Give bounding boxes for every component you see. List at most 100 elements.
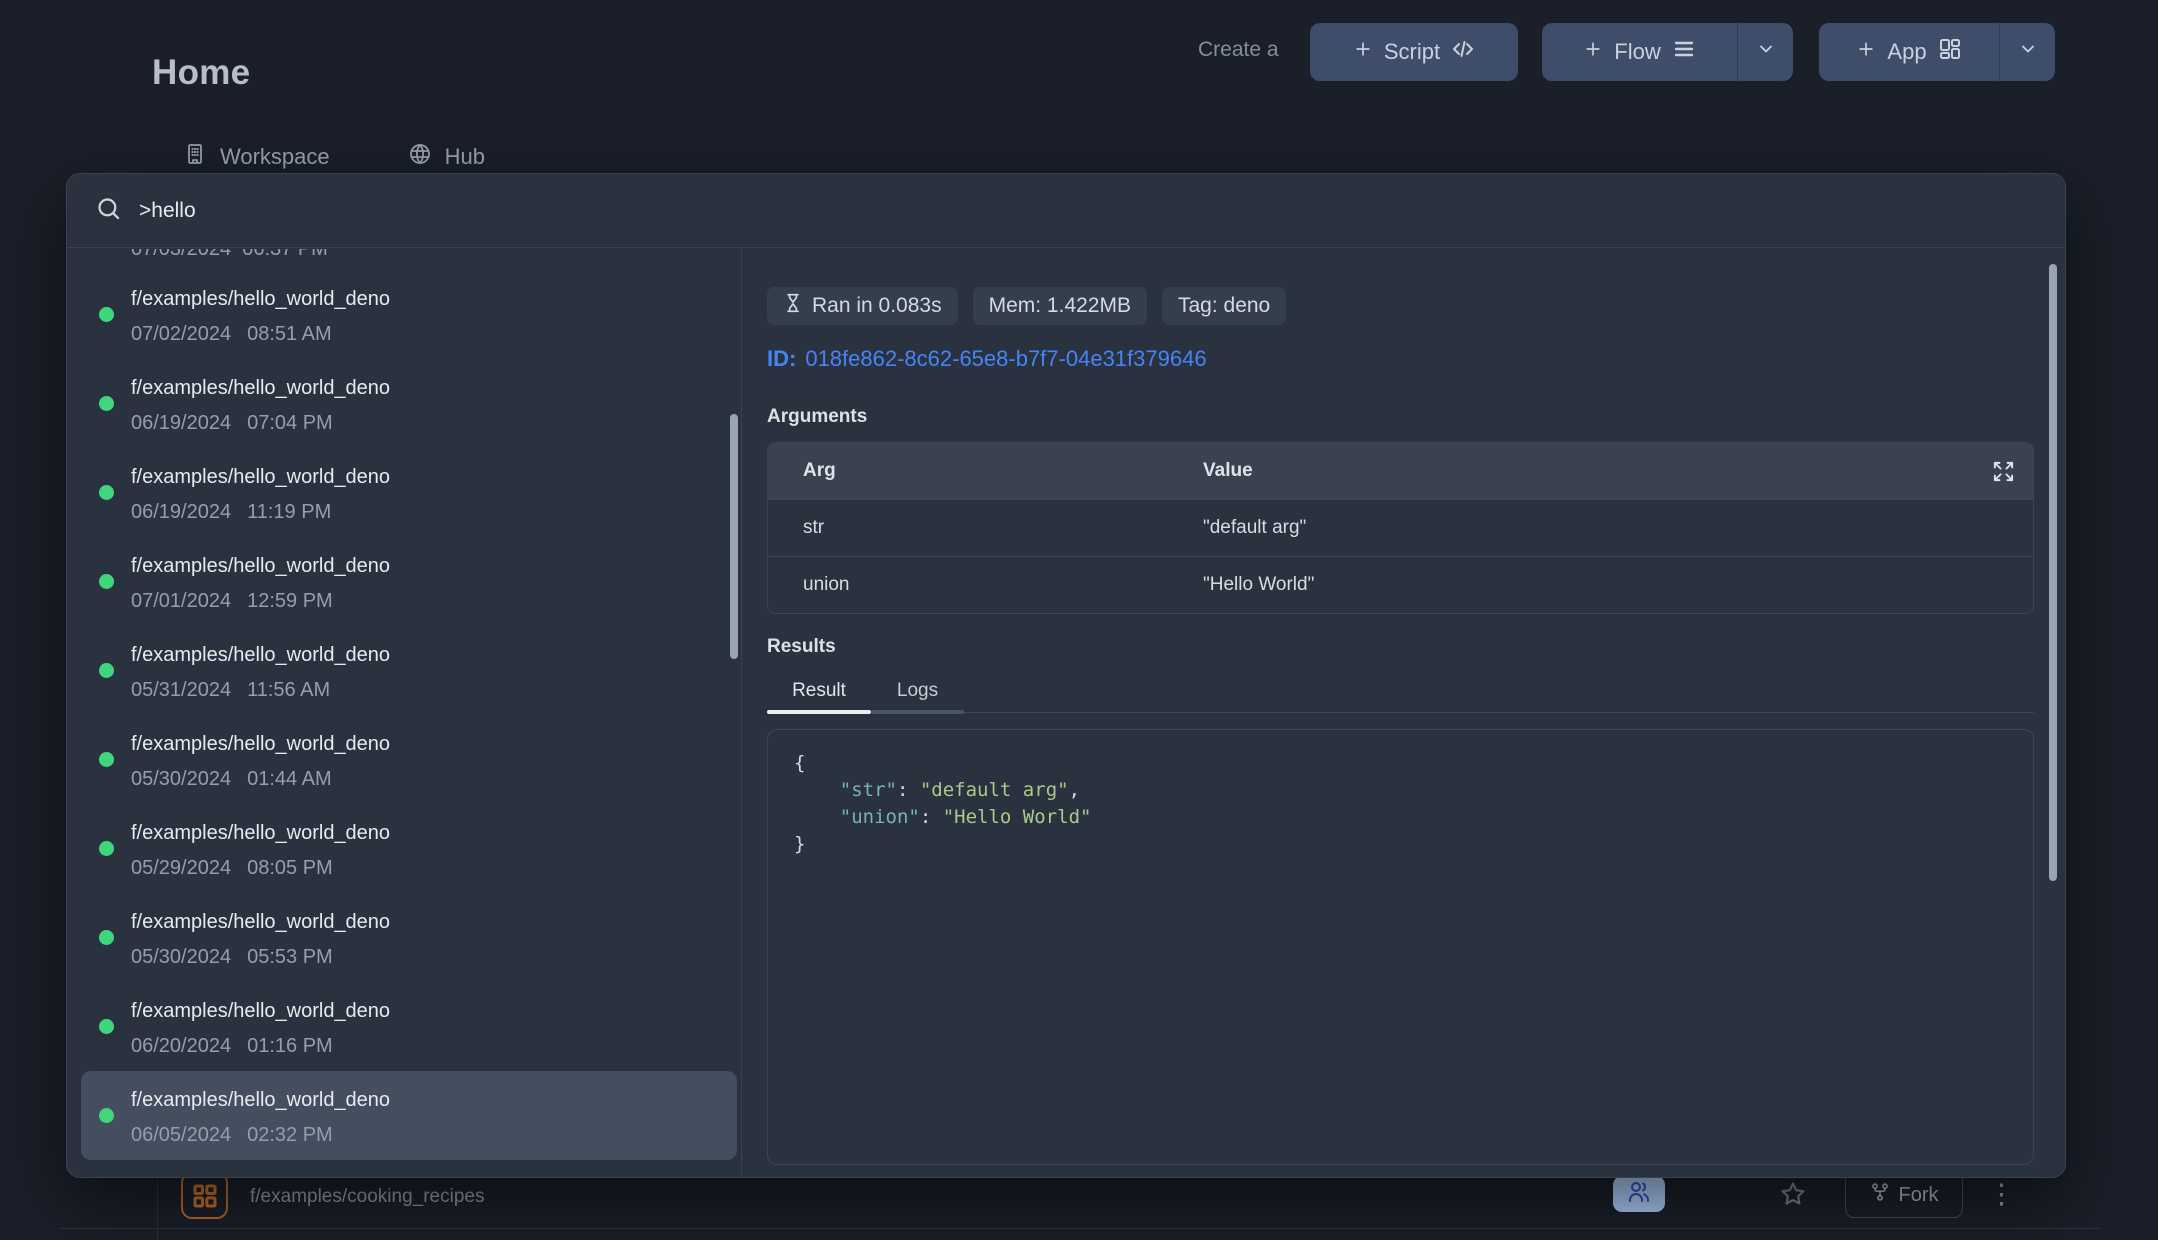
run-timestamp: 05/30/202405:53 PM (131, 944, 727, 970)
arguments-table: Arg Value str "default arg" union "Hello… (767, 442, 2034, 614)
create-script-button-group: Script (1310, 23, 1518, 81)
run-item[interactable]: f/examples/hello_world_deno 05/30/202405… (81, 893, 737, 982)
run-path: f/examples/hello_world_deno (131, 464, 727, 490)
create-a-label: Create a (1198, 38, 1279, 62)
tab-hub[interactable]: Hub (408, 142, 485, 172)
run-time: 02:32 PM (247, 1124, 333, 1146)
shared-users-badge[interactable] (1613, 1176, 1665, 1212)
run-path: f/examples/hello_world_deno (131, 375, 727, 401)
run-path: f/examples/hello_world_deno (131, 731, 727, 757)
run-item[interactable]: f/examples/hello_world_deno 06/19/202411… (81, 448, 737, 537)
run-item-clipped[interactable]: 07/03/2024 06:37 PM (131, 249, 741, 270)
run-path: f/examples/hello_world_deno (131, 998, 727, 1024)
search-input[interactable]: >hello (67, 174, 2065, 248)
run-timestamp: 05/30/202401:44 AM (131, 766, 727, 792)
details-scrollbar[interactable] (2049, 264, 2057, 881)
header-value: Value (1203, 460, 2033, 482)
kebab-menu-icon[interactable]: ⋮ (1988, 1181, 2015, 1208)
status-dot-success (99, 1108, 114, 1123)
status-dot-success (99, 307, 114, 322)
cell-value: "default arg" (1203, 517, 2033, 539)
building-icon (183, 142, 207, 172)
globe-icon (408, 142, 432, 172)
tab-logs-label: Logs (897, 680, 938, 701)
expand-icon[interactable] (1992, 460, 2015, 489)
run-time: 11:19 PM (247, 501, 331, 523)
run-badges-row: Ran in 0.083s Mem: 1.422MB Tag: deno (767, 287, 1286, 325)
run-item[interactable]: f/examples/hello_world_deno 07/01/202412… (81, 537, 737, 626)
run-id-label: ID: (767, 346, 796, 371)
create-app-button[interactable]: App (1819, 23, 1999, 81)
result-json-code: { "str": "default arg", "union": "Hello … (794, 750, 2033, 858)
arguments-table-rows: str "default arg" union "Hello World" (768, 499, 2033, 613)
run-path: f/examples/hello_world_deno (131, 909, 727, 935)
status-dot-success (99, 841, 114, 856)
run-id-link[interactable]: ID:018fe862-8c62-65e8-b7f7-04e31f379646 (767, 346, 1207, 372)
code-line: { (794, 750, 2033, 777)
page-title: Home (152, 53, 250, 93)
list-icon (1672, 37, 1696, 67)
run-item[interactable]: f/examples/hello_world_deno 05/30/202401… (81, 715, 737, 804)
create-app-dropdown-button[interactable] (1999, 23, 2055, 81)
run-time: 01:16 PM (247, 1035, 333, 1057)
run-timestamp: 07/01/202412:59 PM (131, 588, 727, 614)
memory-badge-label: Mem: 1.422MB (989, 294, 1131, 318)
duration-badge-label: Ran in 0.083s (812, 294, 942, 318)
tab-logs-underline (871, 710, 964, 714)
run-item[interactable]: f/examples/hello_world_deno 05/31/202411… (81, 626, 737, 715)
run-date: 07/01/2024 (131, 590, 231, 612)
create-app-button-group: App (1819, 23, 2055, 81)
run-item[interactable]: f/examples/hello_world_deno 06/20/2024 01… (81, 982, 737, 1071)
run-clipped-date: 07/03/2024 06:37 PM (131, 249, 328, 261)
duration-badge: Ran in 0.083s (767, 287, 958, 325)
run-path: f/examples/hello_world_deno (131, 286, 727, 312)
plus-icon (1353, 39, 1373, 65)
run-timestamp: 06/05/2024 02:32 PM (131, 1122, 727, 1148)
run-path: f/examples/hello_world_deno (131, 1087, 727, 1113)
run-item[interactable]: f/examples/hello_world_deno 07/02/202408… (81, 270, 737, 359)
code-line: "union": "Hello World" (794, 804, 2033, 831)
favorite-star-icon[interactable] (1779, 1180, 1807, 1213)
run-details-pane: Ran in 0.083s Mem: 1.422MB Tag: deno ID:… (743, 249, 2065, 1177)
results-label: Results (767, 636, 836, 658)
result-tabs: Result Logs (767, 677, 2034, 713)
code-line: } (794, 831, 2033, 858)
tab-result[interactable]: Result (767, 677, 871, 712)
runs-list-scrollbar[interactable] (730, 414, 738, 659)
run-date: 05/31/2024 (131, 679, 231, 701)
fork-button[interactable]: Fork (1845, 1172, 1963, 1218)
run-date: 07/02/2024 (131, 323, 231, 345)
modal-body: 07/03/2024 06:37 PM f/examples/hello_wor… (67, 249, 2065, 1177)
run-timestamp: 06/19/202411:19 PM (131, 499, 727, 525)
create-script-button[interactable]: Script (1310, 23, 1518, 81)
runs-list: 07/03/2024 06:37 PM f/examples/hello_wor… (67, 249, 742, 1177)
arguments-table-header: Arg Value (768, 443, 2033, 499)
create-flow-button[interactable]: Flow (1542, 23, 1737, 81)
tab-workspace[interactable]: Workspace (183, 142, 330, 172)
item-path-cooking-recipes[interactable]: f/examples/cooking_recipes (250, 1186, 484, 1208)
run-item[interactable]: f/examples/hello_world_deno 06/05/2024 02… (81, 1071, 737, 1160)
plus-icon (1583, 39, 1603, 65)
run-timestamp: 06/20/2024 01:16 PM (131, 1033, 727, 1059)
code-icon (1451, 37, 1475, 67)
status-dot-success (99, 930, 114, 945)
cell-arg: union (768, 574, 1203, 596)
chevron-down-icon (1756, 39, 1776, 65)
arguments-table-row: union "Hello World" (768, 556, 2033, 613)
run-date: 06/05/2024 (131, 1124, 231, 1146)
create-flow-label: Flow (1614, 39, 1660, 65)
run-date: 06/19/2024 (131, 412, 231, 434)
create-flow-dropdown-button[interactable] (1737, 23, 1793, 81)
run-item[interactable]: f/examples/hello_world_deno 06/19/2024 07… (81, 359, 737, 448)
run-timestamp: 05/31/202411:56 AM (131, 677, 727, 703)
run-path: f/examples/hello_world_deno (131, 642, 727, 668)
tab-result-underline (767, 710, 871, 714)
run-item[interactable]: f/examples/hello_world_deno 05/29/202408… (81, 804, 737, 893)
run-date: 05/30/2024 (131, 768, 231, 790)
tab-result-label: Result (792, 680, 846, 701)
run-time: 07:04 PM (247, 412, 333, 434)
hourglass-icon (783, 293, 803, 319)
run-date: 06/20/2024 (131, 1035, 231, 1057)
create-flow-button-group: Flow (1542, 23, 1793, 81)
tab-logs[interactable]: Logs (871, 677, 964, 712)
